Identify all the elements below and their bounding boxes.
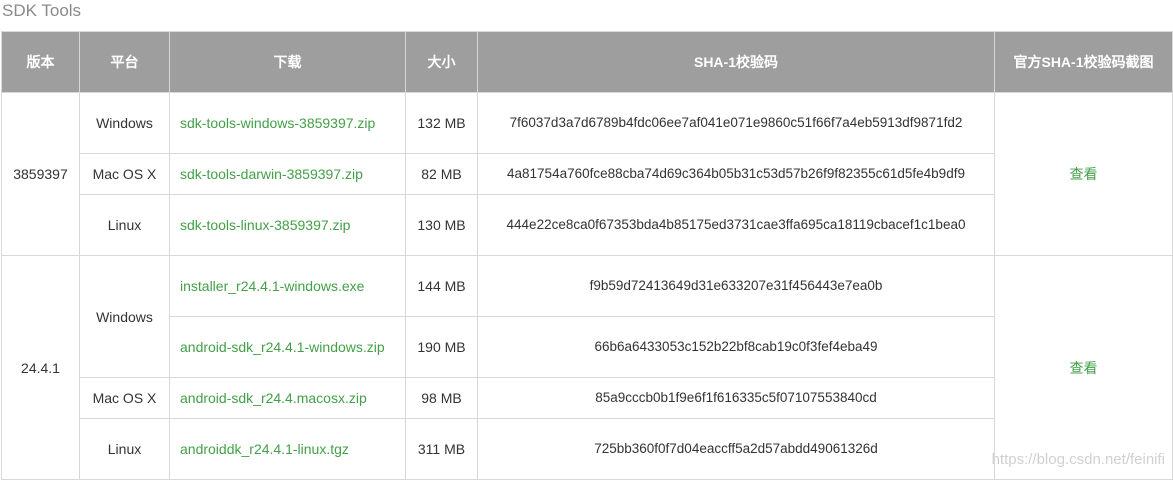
header-version: 版本 xyxy=(1,31,80,93)
screenshot-cell: 查看 xyxy=(994,255,1173,480)
version-cell: 24.4.1 xyxy=(1,255,80,480)
download-cell: sdk-tools-linux-3859397.zip xyxy=(169,194,406,256)
download-link[interactable]: androiddk_r24.4.1-linux.tgz xyxy=(180,441,349,457)
platform-cell: Windows xyxy=(79,92,170,154)
sha1-cell: 85a9cccb0b1f9e6f1f616335c5f07107553840cd xyxy=(477,377,995,419)
header-sha1: SHA-1校验码 xyxy=(477,31,995,93)
size-cell: 98 MB xyxy=(405,377,478,419)
download-cell: sdk-tools-darwin-3859397.zip xyxy=(169,153,406,195)
download-link[interactable]: sdk-tools-darwin-3859397.zip xyxy=(180,166,363,182)
platform-cell: Mac OS X xyxy=(79,153,170,195)
size-cell: 130 MB xyxy=(405,194,478,256)
platform-cell: Windows xyxy=(79,255,170,378)
size-cell: 132 MB xyxy=(405,92,478,154)
platform-cell: Linux xyxy=(79,418,170,480)
size-cell: 190 MB xyxy=(405,316,478,378)
platform-cell: Mac OS X xyxy=(79,377,170,419)
download-cell: installer_r24.4.1-windows.exe xyxy=(169,255,406,317)
download-cell: android-sdk_r24.4.macosx.zip xyxy=(169,377,406,419)
table-row: 24.4.1 Windows installer_r24.4.1-windows… xyxy=(1,255,1173,480)
size-cell: 144 MB xyxy=(405,255,478,317)
sdk-tools-table: 版本 平台 下载 大小 SHA-1校验码 官方SHA-1校验码截图 385939… xyxy=(1,31,1173,480)
version-cell: 3859397 xyxy=(1,92,80,256)
header-platform: 平台 xyxy=(79,31,170,93)
download-link[interactable]: sdk-tools-linux-3859397.zip xyxy=(180,217,350,233)
view-link[interactable]: 查看 xyxy=(1070,360,1098,376)
sha1-cell: 444e22ce8ca0f67353bda4b85175ed3731cae3ff… xyxy=(477,194,995,256)
sha1-cell: f9b59d72413649d31e633207e31f456443e7ea0b xyxy=(477,255,995,317)
header-size: 大小 xyxy=(405,31,478,93)
section-title: SDK Tools xyxy=(2,1,82,20)
header-download: 下载 xyxy=(169,31,406,93)
platform-cell: Linux xyxy=(79,194,170,256)
download-cell: android-sdk_r24.4.1-windows.zip xyxy=(169,316,406,378)
sha1-cell: 725bb360f0f7d04eaccff5a2d57abdd49061326d xyxy=(477,418,995,480)
size-cell: 82 MB xyxy=(405,153,478,195)
table-header-row: 版本 平台 下载 大小 SHA-1校验码 官方SHA-1校验码截图 xyxy=(1,31,1173,93)
download-link[interactable]: installer_r24.4.1-windows.exe xyxy=(180,278,364,294)
download-link[interactable]: sdk-tools-windows-3859397.zip xyxy=(180,115,375,131)
download-link[interactable]: android-sdk_r24.4.1-windows.zip xyxy=(180,339,385,355)
screenshot-cell: 查看 xyxy=(994,92,1173,256)
download-cell: sdk-tools-windows-3859397.zip xyxy=(169,92,406,154)
header-sha1-screenshot: 官方SHA-1校验码截图 xyxy=(994,31,1173,93)
size-cell: 311 MB xyxy=(405,418,478,480)
view-link[interactable]: 查看 xyxy=(1070,166,1098,182)
sha1-cell: 7f6037d3a7d6789b4fdc06ee7af041e071e9860c… xyxy=(477,92,995,154)
table-row: 3859397 Windows sdk-tools-windows-385939… xyxy=(1,92,1173,256)
download-cell: androiddk_r24.4.1-linux.tgz xyxy=(169,418,406,480)
watermark: https://blog.csdn.net/feinifi xyxy=(991,451,1165,468)
sha1-cell: 4a81754a760fce88cba74d69c364b05b31c53d57… xyxy=(477,153,995,195)
download-link[interactable]: android-sdk_r24.4.macosx.zip xyxy=(180,390,367,406)
sha1-cell: 66b6a6433053c152b22bf8cab19c0f3fef4eba49 xyxy=(477,316,995,378)
